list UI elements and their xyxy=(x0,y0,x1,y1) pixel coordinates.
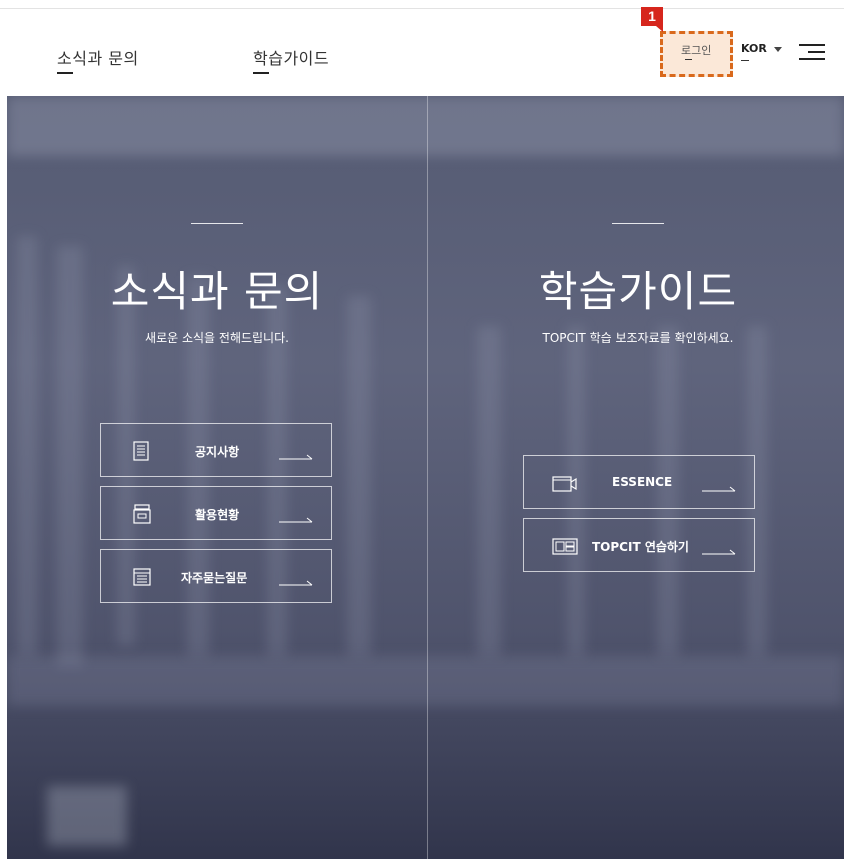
arrow-right-icon xyxy=(279,580,313,586)
login-button[interactable]: 로그인 xyxy=(681,42,712,60)
arrow-right-icon xyxy=(279,517,313,523)
nav-news-inquiry[interactable]: 소식과 문의 xyxy=(57,45,139,74)
arrow-right-icon xyxy=(702,549,736,555)
language-underline xyxy=(741,60,749,61)
nav-underline xyxy=(253,72,269,74)
login-highlight-box: 로그인 xyxy=(660,31,733,77)
notice-link[interactable]: 공지사항 xyxy=(100,423,332,477)
hamburger-icon[interactable] xyxy=(799,44,825,60)
title-dash xyxy=(191,223,243,224)
learning-guide-panel: 학습가이드 TOPCIT 학습 보조자료를 확인하세요. ESSENCE TOP… xyxy=(428,96,844,859)
login-underline xyxy=(685,59,692,60)
step-marker-tip xyxy=(656,26,663,32)
usage-status-link[interactable]: 활용현황 xyxy=(100,486,332,540)
news-inquiry-panel: 소식과 문의 새로운 소식을 전해드립니다. 공지사항 활용현황 자주묻는질문 xyxy=(7,96,427,859)
topcit-practice-link[interactable]: TOPCIT 연습하기 xyxy=(523,518,755,572)
archive-box-icon xyxy=(133,504,151,524)
usage-status-link-label: 활용현황 xyxy=(195,508,240,522)
title-dash xyxy=(612,223,664,224)
caret-down-icon[interactable] xyxy=(774,47,782,52)
arrow-right-icon xyxy=(279,454,313,460)
language-label: KOR xyxy=(741,42,767,55)
nav-underline xyxy=(57,72,73,74)
topcit-practice-link-label: TOPCIT 연습하기 xyxy=(592,540,689,554)
panel-title: 소식과 문의 xyxy=(110,267,324,316)
panel-title: 학습가이드 xyxy=(538,267,738,316)
nav-learning-guide-label: 학습가이드 xyxy=(253,49,330,68)
language-select[interactable]: KOR xyxy=(741,42,767,61)
step-marker: 1 xyxy=(641,7,663,32)
panel-subtitle: TOPCIT 학습 보조자료를 확인하세요. xyxy=(542,331,734,345)
nav-news-inquiry-label: 소식과 문의 xyxy=(57,49,139,68)
video-camera-icon xyxy=(552,476,577,492)
essence-link[interactable]: ESSENCE xyxy=(523,455,755,509)
arrow-right-icon xyxy=(702,486,736,492)
essence-link-label: ESSENCE xyxy=(612,475,673,489)
step-marker-number: 1 xyxy=(641,7,663,26)
hero-section: 소식과 문의 새로운 소식을 전해드립니다. 공지사항 활용현황 자주묻는질문 … xyxy=(7,96,844,859)
document-icon xyxy=(133,441,149,461)
layout-panels-icon xyxy=(552,538,578,555)
login-label: 로그인 xyxy=(681,44,712,57)
faq-link-label: 자주묻는질문 xyxy=(181,571,248,585)
nav-learning-guide[interactable]: 학습가이드 xyxy=(253,45,330,74)
faq-link[interactable]: 자주묻는질문 xyxy=(100,549,332,603)
notice-link-label: 공지사항 xyxy=(195,445,240,459)
panel-subtitle: 새로운 소식을 전해드립니다. xyxy=(145,331,289,345)
browser-window-icon xyxy=(133,568,151,586)
